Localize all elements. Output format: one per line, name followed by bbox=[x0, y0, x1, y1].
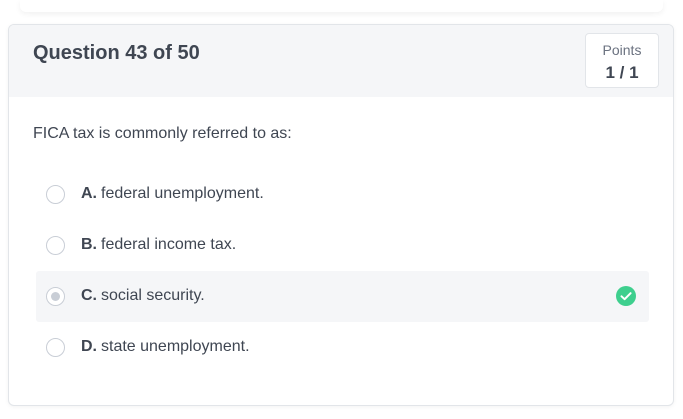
option-text: federal unemployment. bbox=[101, 185, 264, 202]
answer-options: A. federal unemployment. B. federal inco… bbox=[36, 169, 649, 373]
option-b[interactable]: B. federal income tax. bbox=[36, 220, 649, 271]
option-a[interactable]: A. federal unemployment. bbox=[36, 169, 649, 220]
radio-button-selected[interactable] bbox=[46, 287, 65, 306]
option-text: social security. bbox=[101, 287, 205, 304]
previous-card-edge bbox=[20, 0, 663, 12]
option-letter: C. bbox=[81, 287, 97, 304]
points-value: 1 / 1 bbox=[605, 63, 639, 82]
check-circle-icon bbox=[616, 286, 636, 306]
points-label: Points bbox=[602, 42, 642, 58]
option-letter: A. bbox=[81, 185, 97, 202]
option-c[interactable]: C. social security. bbox=[36, 271, 649, 322]
question-header: Question 43 of 50 Points 1 / 1 bbox=[9, 25, 673, 97]
option-text: state unemployment. bbox=[101, 338, 250, 355]
question-card: Question 43 of 50 Points 1 / 1 FICA tax … bbox=[8, 24, 674, 406]
option-text: federal income tax. bbox=[101, 236, 237, 253]
question-prompt: FICA tax is commonly referred to as: bbox=[33, 125, 292, 142]
radio-button[interactable] bbox=[46, 338, 65, 357]
radio-button[interactable] bbox=[46, 236, 65, 255]
option-d[interactable]: D. state unemployment. bbox=[36, 322, 649, 373]
option-letter: D. bbox=[81, 338, 97, 355]
radio-button[interactable] bbox=[46, 185, 65, 204]
question-title: Question 43 of 50 bbox=[33, 42, 200, 64]
points-box: Points 1 / 1 bbox=[585, 33, 659, 88]
option-letter: B. bbox=[81, 236, 97, 253]
